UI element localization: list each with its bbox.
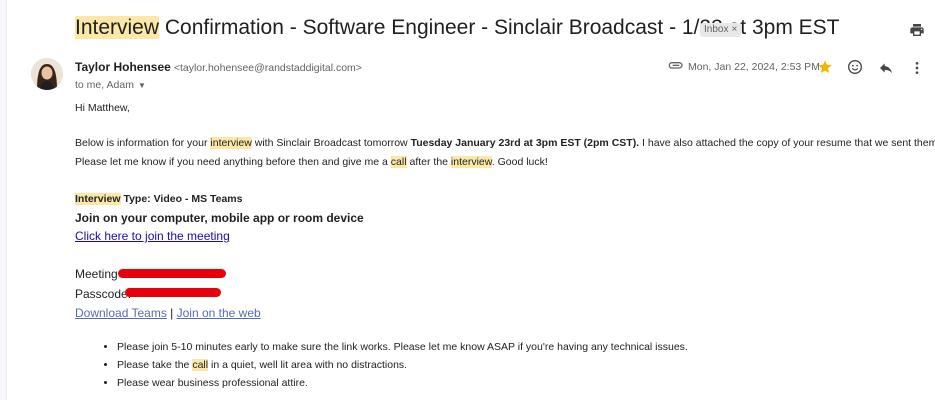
recipients-text: to me, Adam — [75, 79, 134, 91]
link-separator: | — [166, 306, 177, 320]
print-icon[interactable] — [909, 22, 925, 43]
p2-text: . Good luck! — [491, 156, 548, 168]
type-highlight: Interview — [75, 193, 121, 205]
sender-line: Taylor Hohensee <taylor.hohensee@randstad… — [75, 60, 362, 74]
caret-down-icon[interactable]: ▼ — [138, 81, 146, 90]
p1-text: I have also attached the copy of your re… — [639, 137, 935, 149]
sender-avatar[interactable] — [31, 58, 63, 90]
inbox-label-text: Inbox — [704, 24, 729, 35]
reply-icon[interactable] — [878, 60, 894, 81]
redaction-passcode — [125, 288, 221, 297]
instructions-list: Please join 5-10 minutes early to make s… — [97, 340, 688, 394]
remove-label-icon[interactable]: × — [731, 24, 737, 35]
attachment-icon — [668, 61, 684, 80]
recipients-line[interactable]: to me, Adam ▼ — [75, 79, 146, 91]
redaction-meeting-id — [118, 269, 226, 278]
list-text: Please take the — [117, 359, 193, 371]
more-vert-icon[interactable] — [912, 60, 922, 81]
list-item: Please wear business professional attire… — [117, 376, 688, 394]
passcode: Passcode: — [75, 287, 131, 301]
list-highlight: call — [192, 359, 209, 371]
sender-email: <taylor.hohensee@randstaddigital.com> — [173, 62, 362, 74]
type-text: Type: Video - MS Teams — [120, 193, 243, 205]
left-rail — [0, 0, 7, 400]
join-heading: Join on your computer, mobile app or roo… — [75, 211, 364, 225]
teams-links: Download Teams | Join on the web — [75, 306, 261, 320]
interview-type: Interview Type: Video - MS Teams — [75, 193, 242, 205]
p1-text: with Sinclair Broadcast tomorrow — [251, 137, 411, 149]
list-item: Please join 5-10 minutes early to make s… — [117, 340, 688, 358]
subject-highlight: Interview — [75, 16, 160, 39]
paragraph-2: Please let me know if you need anything … — [75, 156, 548, 168]
join-meeting-link[interactable]: Click here to join the meeting — [75, 229, 230, 243]
join-web-link[interactable]: Join on the web — [177, 306, 261, 320]
emoji-icon[interactable] — [847, 59, 863, 80]
email-date: Mon, Jan 22, 2024, 2:53 PM — [688, 61, 820, 73]
p2-text: Please let me know if you need anything … — [75, 156, 391, 168]
list-text: in a quiet, well lit area with no distra… — [208, 359, 408, 371]
p2-text: after the — [406, 156, 451, 168]
passcode-label: Passcode: — [75, 287, 132, 301]
inbox-label-badge[interactable]: Inbox × — [700, 23, 742, 37]
sender-name[interactable]: Taylor Hohensee — [75, 60, 171, 74]
greeting: Hi Matthew, — [75, 102, 130, 114]
star-icon[interactable] — [817, 59, 833, 80]
p1-text: Below is information for your — [75, 137, 211, 149]
p1-highlight: interview — [210, 137, 252, 149]
interview-datetime: Tuesday January 23rd at 3pm EST (2pm CST… — [410, 137, 640, 149]
p2-highlight: interview — [450, 156, 492, 168]
paragraph-1: Below is information for your interview … — [75, 137, 935, 149]
download-teams-link[interactable]: Download Teams — [75, 306, 167, 320]
p2-highlight: call — [390, 156, 407, 168]
list-item: Please take the call in a quiet, well li… — [117, 358, 688, 376]
